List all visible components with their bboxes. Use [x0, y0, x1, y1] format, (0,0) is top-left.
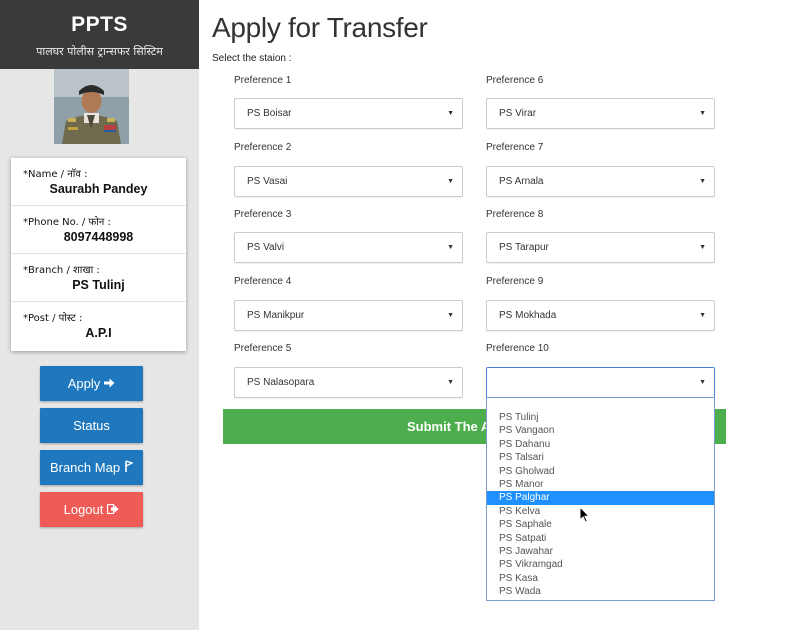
- preference-8-value: PS Tarapur: [499, 242, 549, 253]
- preference-10-label: Preference 10: [486, 343, 549, 354]
- preference-1-value: PS Boisar: [247, 108, 292, 119]
- dropdown-option[interactable]: PS Wada: [487, 585, 714, 598]
- brand-header: PPTS पालघर पोलीस ट्रान्सफर सिस्टिम: [0, 0, 199, 69]
- phone-value: 8097448998: [63, 230, 134, 244]
- preference-7-value: PS Arnala: [499, 176, 544, 187]
- branch-value: PS Tulinj: [72, 278, 125, 292]
- caret-down-icon: ▼: [699, 244, 706, 251]
- caret-down-icon: ▼: [699, 379, 706, 386]
- dropdown-option[interactable]: PS Dahanu: [487, 438, 714, 451]
- preference-5-select[interactable]: PS Nalasopara ▼: [234, 367, 463, 398]
- phone-label: *Phone No. / फोन :: [23, 217, 111, 228]
- caret-down-icon: ▼: [447, 312, 454, 319]
- profile-post-row: *Post / पोस्ट : A.P.I: [11, 302, 186, 350]
- sidebar: PPTS पालघर पोलीस ट्रान्सफर सिस्टिम *Name…: [0, 0, 199, 630]
- branch-label: *Branch / शाखा :: [23, 265, 100, 276]
- preference-4-label: Preference 4: [234, 276, 292, 287]
- caret-down-icon: ▼: [447, 379, 454, 386]
- profile-card: *Name / नाॅव : Saurabh Pandey *Phone No.…: [11, 158, 186, 351]
- dropdown-option[interactable]: PS Jawahar: [487, 545, 714, 558]
- preference-2-value: PS Vasai: [247, 176, 288, 187]
- preference-5-value: PS Nalasopara: [247, 377, 315, 388]
- dropdown-option[interactable]: PS Tulinj: [487, 411, 714, 424]
- mouse-cursor-icon: [579, 505, 591, 528]
- apply-button-label: Apply: [67, 376, 101, 391]
- preference-4-value: PS Manikpur: [247, 310, 305, 321]
- dropdown-option[interactable]: PS Talsari: [487, 451, 714, 464]
- profile-phone-row: *Phone No. / फोन : 8097448998: [11, 206, 186, 254]
- dropdown-option[interactable]: PS Vangaon: [487, 424, 714, 437]
- preference-3-value: PS Valvi: [247, 242, 285, 253]
- preference-5-label: Preference 5: [234, 343, 292, 354]
- map-marker-icon: [124, 460, 134, 475]
- preference-9-select[interactable]: PS Mokhada ▼: [486, 300, 715, 331]
- preference-3-select[interactable]: PS Valvi ▼: [234, 232, 463, 263]
- preference-8-select[interactable]: PS Tarapur ▼: [486, 232, 715, 263]
- sign-out-icon: [107, 502, 119, 517]
- caret-down-icon: ▼: [447, 244, 454, 251]
- brand-subtitle: पालघर पोलीस ट्रान्सफर सिस्टिम: [36, 45, 163, 58]
- branch-map-button[interactable]: Branch Map: [40, 450, 143, 485]
- status-button-label: Status: [73, 418, 110, 433]
- caret-down-icon: ▼: [699, 312, 706, 319]
- select-station-label: Select the staion :: [212, 53, 292, 64]
- caret-down-icon: ▼: [699, 178, 706, 185]
- preference-1-select[interactable]: PS Boisar ▼: [234, 98, 463, 129]
- dropdown-option[interactable]: PS Satpati: [487, 532, 714, 545]
- profile-name-row: *Name / नाॅव : Saurabh Pandey: [11, 158, 186, 206]
- preference-2-select[interactable]: PS Vasai ▼: [234, 166, 463, 197]
- dropdown-option[interactable]: PS Gholwad: [487, 465, 714, 478]
- apply-button[interactable]: Apply: [40, 366, 143, 401]
- preference-7-select[interactable]: PS Arnala ▼: [486, 166, 715, 197]
- caret-down-icon: ▼: [447, 178, 454, 185]
- preference-6-label: Preference 6: [486, 75, 544, 86]
- post-label: *Post / पोस्ट :: [23, 313, 83, 324]
- preference-3-label: Preference 3: [234, 209, 292, 220]
- caret-down-icon: ▼: [699, 110, 706, 117]
- profile-branch-row: *Branch / शाखा : PS Tulinj: [11, 254, 186, 302]
- caret-down-icon: ▼: [447, 110, 454, 117]
- post-value: A.P.I: [85, 326, 112, 340]
- dropdown-option[interactable]: PS Vikramgad: [487, 558, 714, 571]
- name-label: *Name / नाॅव :: [23, 169, 88, 180]
- avatar: [54, 69, 129, 144]
- preference-4-select[interactable]: PS Manikpur ▼: [234, 300, 463, 331]
- logout-button[interactable]: Logout: [40, 492, 143, 527]
- dropdown-option[interactable]: PS Kasa: [487, 572, 714, 585]
- preference-8-label: Preference 8: [486, 209, 544, 220]
- preference-10-select[interactable]: ▼: [486, 367, 715, 398]
- preference-9-label: Preference 9: [486, 276, 544, 287]
- dropdown-option[interactable]: PS Saphale: [487, 518, 714, 531]
- branch-map-button-label: Branch Map: [49, 460, 121, 475]
- preference-9-value: PS Mokhada: [499, 310, 557, 321]
- dropdown-option[interactable]: PS Manor: [487, 478, 714, 491]
- preference-6-select[interactable]: PS Virar ▼: [486, 98, 715, 129]
- status-button[interactable]: Status: [40, 408, 143, 443]
- preference-6-value: PS Virar: [499, 108, 537, 119]
- brand-title: PPTS: [71, 13, 128, 36]
- name-value: Saurabh Pandey: [49, 182, 148, 196]
- preference-2-label: Preference 2: [234, 142, 292, 153]
- arrow-right-icon: [104, 376, 115, 391]
- dropdown-option[interactable]: PS Palghar: [487, 491, 714, 505]
- preference-1-label: Preference 1: [234, 75, 292, 86]
- preference-7-label: Preference 7: [486, 142, 544, 153]
- page-title: Apply for Transfer: [212, 12, 428, 43]
- preference-10-dropdown-list[interactable]: PS Tulinj PS Vangaon PS Dahanu PS Talsari PS…: [486, 397, 715, 601]
- logout-button-label: Logout: [63, 502, 104, 517]
- dropdown-option[interactable]: PS Kelva: [487, 505, 714, 518]
